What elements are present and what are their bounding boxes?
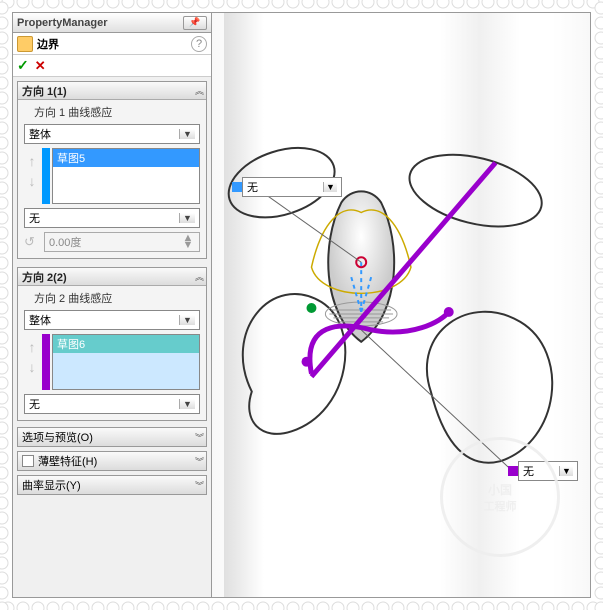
dir1-end-value: 无 <box>29 210 179 226</box>
feature-icon <box>17 36 33 52</box>
cancel-button[interactable]: ✕ <box>35 58 46 74</box>
pm-title: PropertyManager <box>17 17 183 29</box>
watermark: 小国 工程师 <box>440 437 560 557</box>
thin-checkbox[interactable] <box>22 455 34 467</box>
pm-header: PropertyManager 📌 <box>13 13 211 33</box>
stepper-icon[interactable]: ▲▼ <box>181 235 195 249</box>
ok-button[interactable]: ✓ <box>17 57 29 74</box>
direction-2-title: 方向 2(2) <box>22 269 195 285</box>
dir1-angle-spinner[interactable]: 0.00度 ▲▼ <box>44 232 200 252</box>
collapse-icon: ︽ <box>195 270 202 283</box>
thin-label: 薄壁特征(H) <box>38 453 195 469</box>
chevron-down-icon: ▼ <box>179 399 195 409</box>
chevron-down-icon: ▼ <box>179 213 195 223</box>
dir1-mode-value: 整体 <box>29 126 179 142</box>
dir2-mode-combo[interactable]: 整体 ▼ <box>24 310 200 330</box>
dir2-listbox[interactable]: 草图6 <box>52 334 200 390</box>
dir1-mode-combo[interactable]: 整体 ▼ <box>24 124 200 144</box>
dir2-sublabel: 方向 2 曲线感应 <box>34 290 200 306</box>
direction-1-title: 方向 1(1) <box>22 83 195 99</box>
collapse-icon: ︽ <box>195 84 202 97</box>
dir1-reorder[interactable]: ↑↓ <box>24 148 40 204</box>
chevron-down-icon: ▼ <box>179 129 195 139</box>
chevron-down-icon: ▼ <box>323 182 337 192</box>
expand-icon: ︾ <box>195 479 202 492</box>
dir2-end-combo[interactable]: 无 ▼ <box>24 394 200 414</box>
options-row[interactable]: 选项与预览(O) ︾ <box>17 427 207 447</box>
watermark-big: 工程师 <box>484 498 517 514</box>
dir2-mode-value: 整体 <box>29 312 179 328</box>
chevron-down-icon: ▼ <box>179 315 195 325</box>
pin-icon[interactable]: 📌 <box>183 16 207 30</box>
dir1-listbox[interactable]: 草图5 <box>52 148 200 204</box>
dir2-color-strip <box>42 334 50 390</box>
chevron-down-icon: ▼ <box>559 466 573 476</box>
callout-dir1-value: 无 <box>247 179 323 195</box>
thin-feature-row[interactable]: 薄壁特征(H) ︾ <box>17 451 207 471</box>
help-icon[interactable]: ? <box>191 36 207 52</box>
callout-dir1[interactable]: 无 ▼ <box>232 177 342 197</box>
dir1-angle-value: 0.00度 <box>49 234 81 250</box>
watermark-small: 小国 <box>488 481 512 498</box>
graphics-viewport[interactable]: 无 ▼ 无 ▼ 小国 工程师 <box>212 12 591 598</box>
curvature-row[interactable]: 曲率显示(Y) ︾ <box>17 475 207 495</box>
direction-1-section: 方向 1(1) ︽ 方向 1 曲线感应 整体 ▼ ↑↓ 草图5 无 <box>17 81 207 259</box>
dir1-item[interactable]: 草图5 <box>53 149 199 167</box>
options-label: 选项与预览(O) <box>22 429 195 445</box>
dir2-item[interactable]: 草图6 <box>53 335 199 353</box>
reset-icon[interactable]: ↺ <box>24 234 40 250</box>
callout-dir1-combo[interactable]: 无 ▼ <box>242 177 342 197</box>
direction-2-section: 方向 2(2) ︽ 方向 2 曲线感应 整体 ▼ ↑↓ 草图6 无 <box>17 267 207 421</box>
dir1-end-combo[interactable]: 无 ▼ <box>24 208 200 228</box>
ok-cancel-row: ✓ ✕ <box>13 55 211 77</box>
expand-icon: ︾ <box>195 455 202 468</box>
expand-icon: ︾ <box>195 431 202 444</box>
direction-1-header[interactable]: 方向 1(1) ︽ <box>18 82 206 100</box>
curvature-label: 曲率显示(Y) <box>22 477 195 493</box>
dir2-reorder[interactable]: ↑↓ <box>24 334 40 390</box>
dir1-sublabel: 方向 1 曲线感应 <box>34 104 200 120</box>
direction-2-header[interactable]: 方向 2(2) ︽ <box>18 268 206 286</box>
dir1-color-strip <box>42 148 50 204</box>
feature-row: 边界 ? <box>13 33 211 55</box>
callout-handle-blue[interactable] <box>232 182 242 192</box>
property-manager-panel: PropertyManager 📌 边界 ? ✓ ✕ 方向 1(1) ︽ 方向 … <box>12 12 212 598</box>
feature-label: 边界 <box>37 36 59 52</box>
dir2-end-value: 无 <box>29 396 179 412</box>
